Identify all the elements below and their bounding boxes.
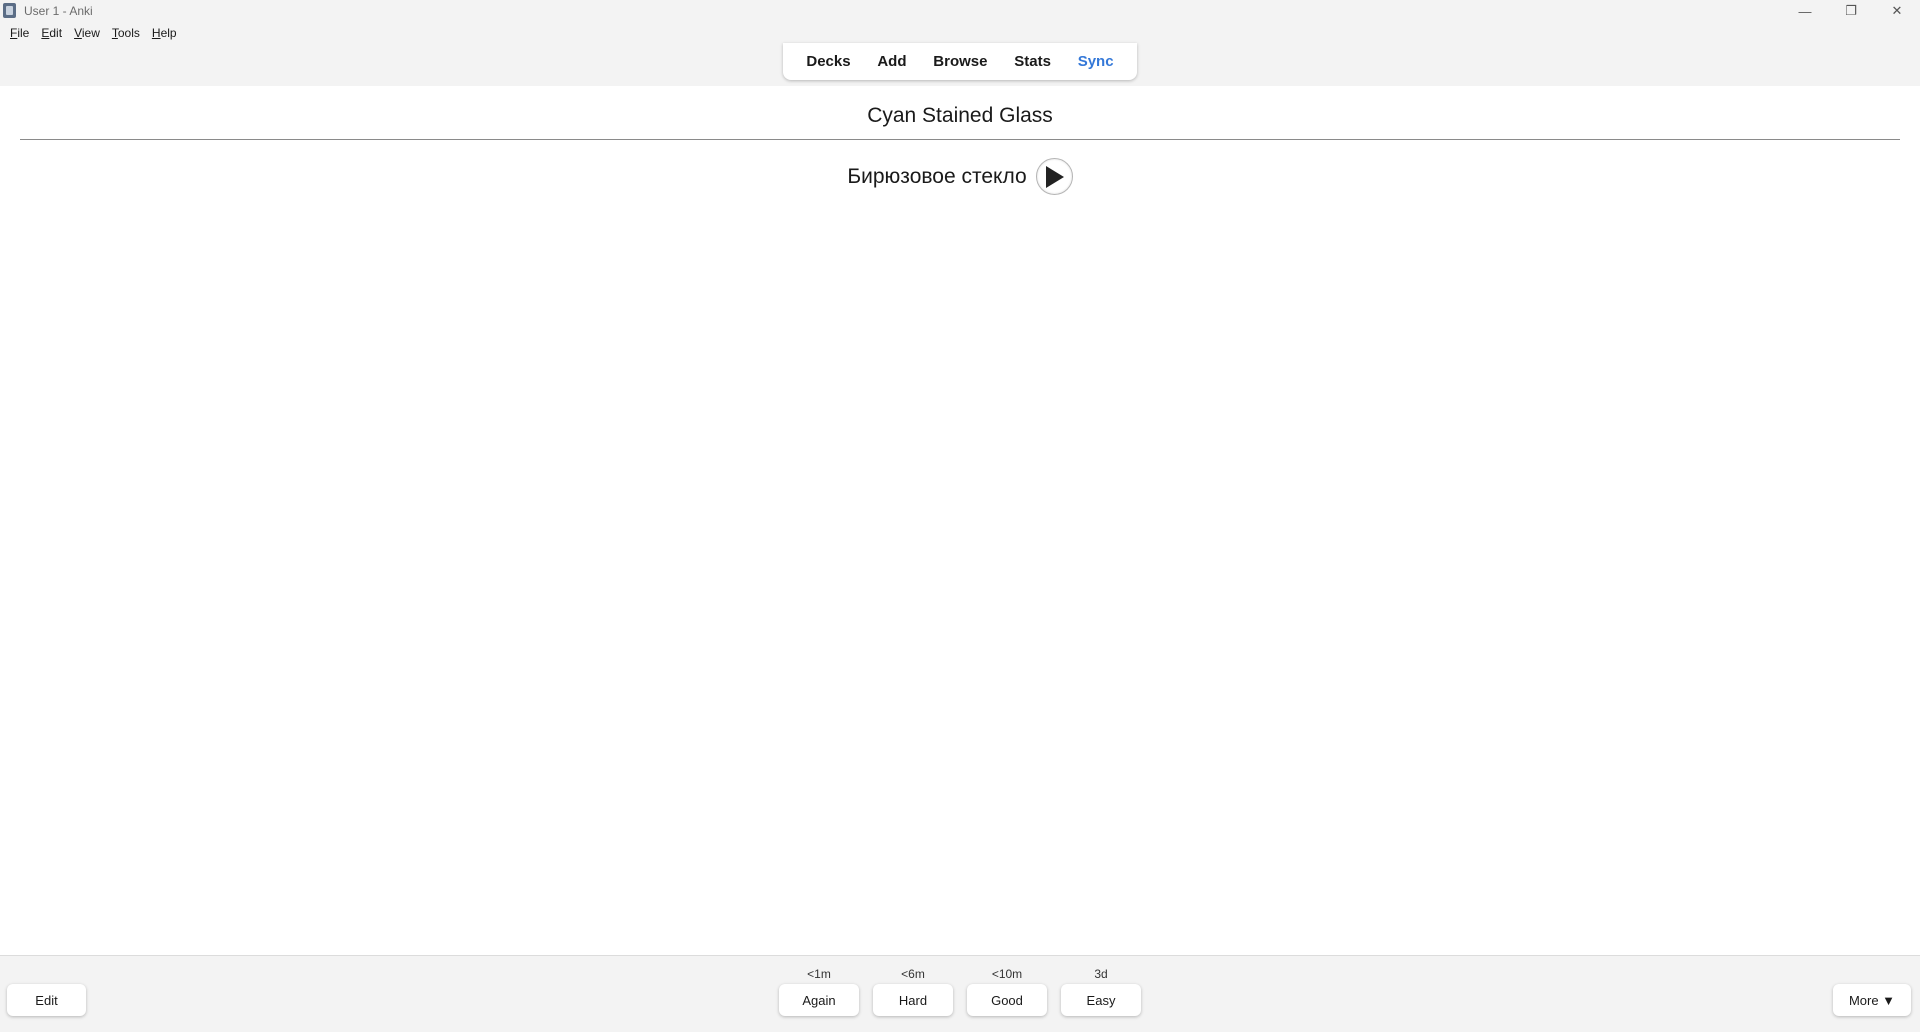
- menu-file[interactable]: File: [4, 26, 35, 40]
- review-bottom-bar: Edit <1m Again <6m Hard <10m Good 3d Eas…: [0, 955, 1920, 1032]
- window-controls: — ❐ ✕: [1782, 0, 1920, 22]
- play-audio-button[interactable]: [1035, 158, 1073, 195]
- menu-help[interactable]: Help: [146, 26, 183, 40]
- edit-card-button[interactable]: Edit: [7, 984, 86, 1016]
- answer-text: Бирюзовое стекло: [847, 164, 1027, 188]
- menu-edit-label: dit: [49, 25, 63, 40]
- easy-button[interactable]: Easy: [1061, 984, 1141, 1016]
- toolbar-add-link[interactable]: Add: [869, 53, 914, 70]
- toolbar-decks-link[interactable]: Decks: [798, 53, 858, 70]
- card-answer: Бирюзовое стекло: [0, 158, 1920, 195]
- close-button[interactable]: ✕: [1874, 0, 1920, 22]
- easy-interval: 3d: [1094, 967, 1108, 981]
- toolbar-browse-link[interactable]: Browse: [925, 53, 995, 70]
- card-question: Cyan Stained Glass: [867, 104, 1053, 127]
- main-toolbar: Decks Add Browse Stats Sync: [783, 43, 1137, 80]
- good-interval: <10m: [991, 967, 1023, 981]
- menu-edit[interactable]: Edit: [35, 26, 68, 40]
- menu-view[interactable]: View: [68, 26, 106, 40]
- play-icon: [1046, 165, 1065, 188]
- hard-interval: <6m: [901, 967, 925, 981]
- menu-tools[interactable]: Tools: [106, 26, 146, 40]
- menu-bar: File Edit View Tools Help: [0, 22, 1920, 43]
- window-title: User 1 - Anki: [24, 4, 93, 18]
- toolbar-sync-link[interactable]: Sync: [1070, 53, 1122, 70]
- answer-divider: [20, 139, 1900, 140]
- maximize-button[interactable]: ❐: [1828, 0, 1874, 22]
- menu-file-label: ile: [17, 25, 30, 40]
- menu-view-mnemonic: V: [74, 25, 82, 40]
- hard-button[interactable]: Hard: [873, 984, 953, 1016]
- menu-tools-label: ools: [117, 25, 140, 40]
- anki-app-icon: [3, 3, 16, 18]
- menu-view-label: iew: [81, 25, 100, 40]
- toolbar-stats-link[interactable]: Stats: [1006, 53, 1059, 70]
- more-button[interactable]: More ▼: [1833, 984, 1911, 1016]
- menu-help-mnemonic: H: [151, 25, 161, 40]
- good-button[interactable]: Good: [967, 984, 1047, 1016]
- again-button[interactable]: Again: [779, 984, 859, 1016]
- again-interval: <1m: [807, 967, 831, 981]
- minimize-button[interactable]: —: [1782, 0, 1828, 22]
- title-bar: User 1 - Anki — ❐ ✕: [0, 0, 1920, 22]
- menu-help-label: elp: [160, 25, 177, 40]
